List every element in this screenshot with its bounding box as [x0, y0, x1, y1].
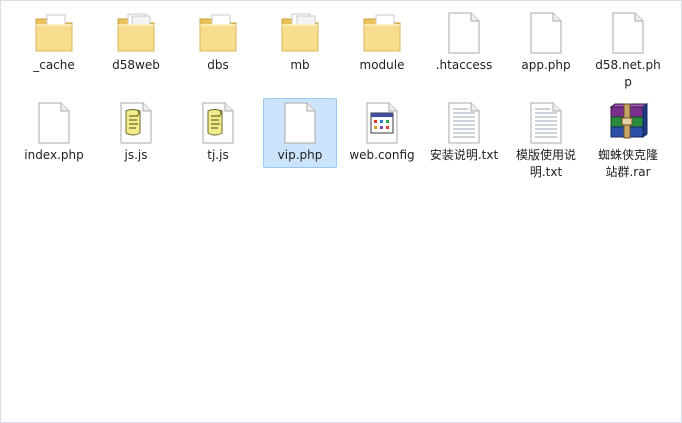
file-name-label: js.js — [124, 148, 148, 162]
script-file-icon — [120, 102, 152, 144]
file-item-js-js[interactable]: js.js — [99, 99, 173, 164]
archive-file-icon — [609, 103, 649, 139]
folder-icon — [35, 14, 73, 52]
file-item-cache[interactable]: _cache — [17, 9, 91, 74]
blank-file-icon — [612, 12, 644, 54]
config-file-icon — [366, 102, 398, 144]
file-name-label: d58web — [112, 58, 160, 72]
file-item-vip-php[interactable]: vip.php — [263, 98, 337, 168]
file-item-template-txt[interactable]: 模版使用说明.txt — [509, 99, 583, 181]
file-name-label: tj.js — [207, 148, 229, 162]
blank-file-icon — [38, 102, 70, 144]
file-name-label: app.php — [521, 58, 571, 72]
text-file-icon — [448, 102, 480, 144]
file-item-d58-net-php[interactable]: d58.net.php — [591, 9, 665, 91]
file-item-install-txt[interactable]: 安装说明.txt — [427, 99, 501, 164]
file-item-web-config[interactable]: web.config — [345, 99, 419, 164]
file-item-app-php[interactable]: app.php — [509, 9, 583, 74]
file-item-archive-rar[interactable]: 蜘蛛侠克隆站群.rar — [591, 99, 665, 181]
file-item-module[interactable]: module — [345, 9, 419, 74]
blank-file-icon — [448, 12, 480, 54]
file-name-label: d58.net.php — [595, 58, 661, 89]
file-name-label: module — [359, 58, 405, 72]
file-name-label: 安装说明.txt — [429, 148, 499, 162]
folder-icon — [199, 14, 237, 52]
folder-icon — [281, 13, 319, 52]
file-item-dbs[interactable]: dbs — [181, 9, 255, 74]
file-name-label: _cache — [33, 58, 75, 72]
file-name-label: dbs — [207, 58, 229, 72]
file-item-htaccess[interactable]: .htaccess — [427, 9, 501, 74]
file-name-label: web.config — [349, 148, 415, 162]
file-item-mb[interactable]: mb — [263, 9, 337, 74]
file-name-label: .htaccess — [435, 58, 493, 72]
blank-file-icon — [530, 12, 562, 54]
blank-file-icon — [284, 102, 316, 144]
folder-icon — [117, 13, 155, 52]
folder-icon — [363, 14, 401, 52]
file-item-tj-js[interactable]: tj.js — [181, 99, 255, 164]
script-file-icon — [202, 102, 234, 144]
file-view-pane: _cache d58web dbs mb module .htaccess ap… — [0, 0, 682, 423]
file-name-label: vip.php — [277, 148, 323, 162]
file-item-d58web[interactable]: d58web — [99, 9, 173, 74]
text-file-icon — [530, 102, 562, 144]
file-name-label: mb — [290, 58, 310, 72]
file-item-index-php[interactable]: index.php — [17, 99, 91, 164]
file-name-label: 模版使用说明.txt — [515, 148, 576, 179]
file-name-label: index.php — [24, 148, 84, 162]
file-name-label: 蜘蛛侠克隆站群.rar — [597, 148, 658, 179]
